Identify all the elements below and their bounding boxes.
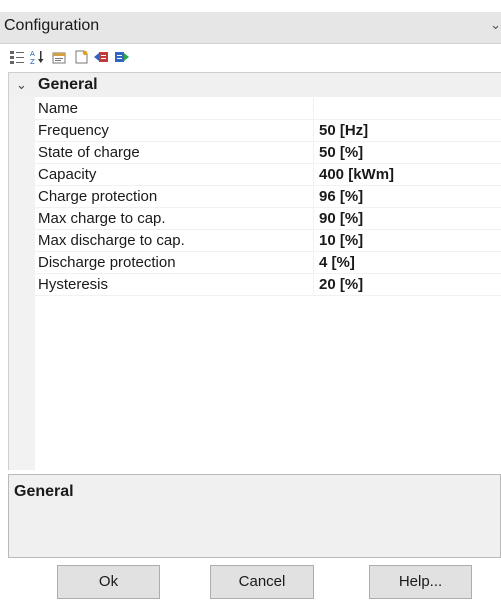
property-value[interactable]: 4 [%] [319,254,355,271]
column-divider [313,98,314,120]
ok-button[interactable]: Ok [57,565,160,599]
svg-text:A: A [30,50,35,58]
alphabetical-sort-icon[interactable]: A Z [30,50,45,64]
column-divider [313,208,314,230]
category-label: General [38,76,98,93]
property-name: Discharge protection [38,254,176,271]
property-name: Hysteresis [38,276,109,293]
export-icon[interactable] [114,50,129,64]
property-row-state-of-charge[interactable]: State of charge 50 [%] [35,142,501,164]
property-value[interactable]: 20 [%] [319,276,363,293]
property-name: Max charge to cap. [38,210,166,227]
column-divider [313,120,314,142]
property-value[interactable]: 90 [%] [319,210,363,227]
property-name: State of charge [38,144,140,161]
property-row-max-charge[interactable]: Max charge to cap. 90 [%] [35,208,501,230]
property-name: Frequency [38,122,109,139]
property-name: Max discharge to cap. [38,232,185,249]
categorized-icon[interactable] [10,50,25,64]
property-value[interactable]: 400 [kWm] [319,166,394,183]
property-name: Capacity [38,166,97,183]
description-pane: General [8,474,501,558]
property-value[interactable]: 50 [Hz] [319,122,368,139]
chevron-down-icon[interactable]: ⌄ [490,17,501,33]
property-row-name[interactable]: Name [35,98,501,120]
property-row-hysteresis[interactable]: Hysteresis 20 [%] [35,274,501,296]
property-value[interactable]: 10 [%] [319,232,363,249]
column-divider [313,274,314,296]
category-row-general[interactable]: ⌄ General [9,73,501,97]
new-item-icon[interactable] [74,50,89,64]
property-row-frequency[interactable]: Frequency 50 [Hz] [35,120,501,142]
property-value[interactable]: 96 [%] [319,188,363,205]
panel-titlebar: Configuration ⌄ [0,12,501,44]
column-divider [313,142,314,164]
property-value[interactable]: 50 [%] [319,144,363,161]
property-row-max-discharge[interactable]: Max discharge to cap. 10 [%] [35,230,501,252]
property-name: Charge protection [38,188,158,205]
property-pages-icon[interactable] [52,50,67,64]
column-divider [313,252,314,274]
property-grid: ⌄ General Name Frequency 50 [Hz] State o… [8,72,501,470]
cancel-button[interactable]: Cancel [210,565,314,599]
column-divider [313,186,314,208]
svg-text:Z: Z [30,58,35,64]
column-divider [313,230,314,252]
panel-title: Configuration [4,17,100,34]
property-row-capacity[interactable]: Capacity 400 [kWm] [35,164,501,186]
import-icon[interactable] [94,50,109,64]
property-row-charge-protection[interactable]: Charge protection 96 [%] [35,186,501,208]
collapse-chevron-icon[interactable]: ⌄ [16,77,27,93]
property-toolbar: A Z [0,44,501,71]
help-button[interactable]: Help... [369,565,472,599]
property-name: Name [38,100,79,117]
property-row-discharge-protection[interactable]: Discharge protection 4 [%] [35,252,501,274]
column-divider [313,164,314,186]
description-title: General [14,483,74,500]
grid-gutter [9,73,35,470]
